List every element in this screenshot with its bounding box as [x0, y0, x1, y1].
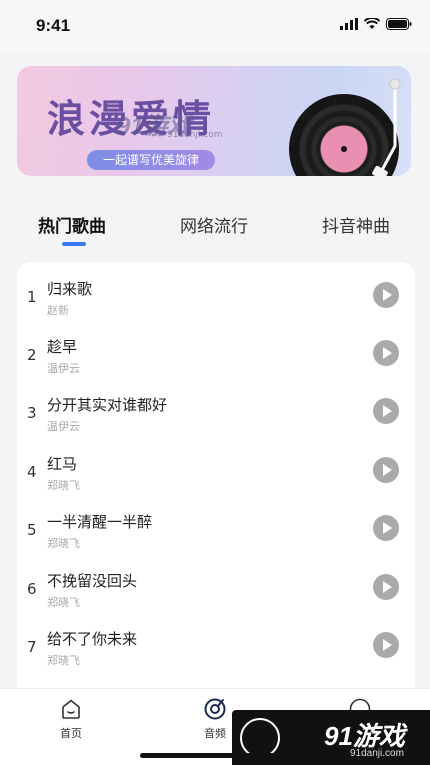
play-icon[interactable]	[373, 632, 399, 658]
song-artist: 郑晓飞	[47, 537, 80, 550]
nav-home-label: 首页	[60, 727, 82, 740]
play-icon[interactable]	[373, 457, 399, 483]
status-icons	[340, 18, 412, 30]
song-row[interactable]: 6 不挽留没回头 郑晓飞	[17, 558, 415, 616]
song-artist: 温伊云	[47, 362, 80, 375]
tonearm-icon	[372, 78, 401, 176]
song-rank: 2	[27, 346, 37, 364]
signal-icon	[340, 18, 358, 30]
song-rank: 1	[27, 288, 37, 306]
banner-watermark-url: 91danji.com	[167, 130, 223, 140]
wifi-icon	[364, 18, 380, 29]
play-icon[interactable]	[373, 515, 399, 541]
song-title: 归来歌	[47, 280, 93, 298]
song-row[interactable]: 5 一半清醒一半醉 郑晓飞	[17, 499, 415, 557]
song-row[interactable]: 2 趁早 温伊云	[17, 324, 415, 382]
song-artist: 郑晓飞	[47, 596, 80, 609]
song-title: 趁早	[47, 338, 78, 356]
record-icon	[204, 698, 226, 720]
song-row[interactable]: 1 归来歌 赵新	[17, 266, 415, 324]
song-title: 不挽留没回头	[47, 572, 138, 590]
active-tab-indicator	[62, 242, 86, 246]
song-rank: 7	[27, 638, 37, 656]
banner-subtitle: 一起谱写优美旋律	[87, 150, 216, 170]
song-row[interactable]: 7 给不了你未来 郑晓飞	[17, 616, 415, 674]
home-indicator	[140, 753, 290, 758]
song-row[interactable]: 4 红马 郑晓飞	[17, 441, 415, 499]
watermark-circle-icon	[240, 718, 280, 758]
status-bar: 9:41	[0, 0, 430, 54]
nav-home[interactable]: 首页	[41, 697, 101, 741]
category-tabs: 热门歌曲 网络流行 抖音神曲	[0, 200, 430, 250]
play-icon[interactable]	[373, 574, 399, 600]
song-rank: 3	[27, 404, 37, 422]
song-list: 1 归来歌 赵新 2 趁早 温伊云 3 分开其实对谁都好 温伊云 4 红马 郑晓…	[17, 262, 415, 702]
tab-douyin-hits[interactable]: 抖音神曲	[322, 212, 390, 237]
promo-banner[interactable]: 浪漫爱情 91游戏 91danji.com 一起谱写优美旋律	[17, 66, 411, 176]
song-artist: 温伊云	[47, 420, 80, 433]
song-title: 分开其实对谁都好	[47, 396, 168, 414]
song-title: 红马	[47, 455, 78, 473]
battery-icon	[386, 18, 412, 30]
tab-hot-songs[interactable]: 热门歌曲	[38, 212, 106, 237]
song-rank: 6	[27, 580, 37, 598]
song-title: 给不了你未来	[47, 630, 138, 648]
song-rank: 4	[27, 463, 37, 481]
vinyl-center	[341, 146, 347, 152]
song-row[interactable]: 3 分开其实对谁都好 温伊云	[17, 382, 415, 440]
play-icon[interactable]	[373, 398, 399, 424]
song-artist: 赵新	[47, 304, 69, 317]
play-icon[interactable]	[373, 282, 399, 308]
status-time: 9:41	[36, 16, 71, 35]
song-artist: 郑晓飞	[47, 479, 80, 492]
home-icon	[62, 699, 80, 719]
song-rank: 5	[27, 521, 37, 539]
tab-web-popular[interactable]: 网络流行	[180, 212, 248, 237]
song-artist: 郑晓飞	[47, 654, 80, 667]
watermark-url: 91danji.com	[350, 748, 404, 759]
play-icon[interactable]	[373, 340, 399, 366]
song-title: 一半清醒一半醉	[47, 513, 153, 531]
